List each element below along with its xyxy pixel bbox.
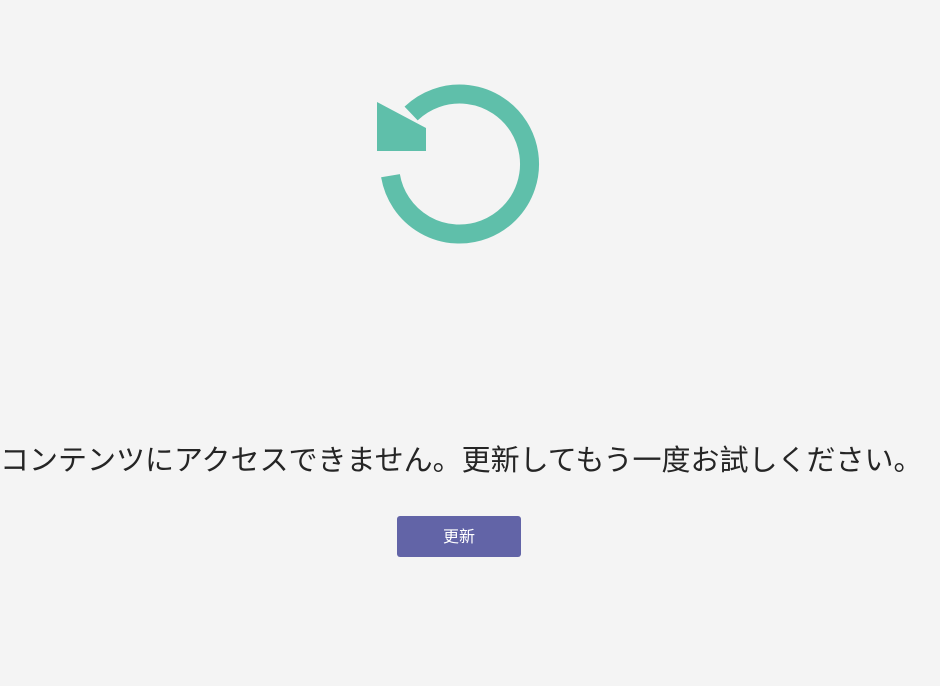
- refresh-arrow-icon: [377, 84, 539, 244]
- refresh-button[interactable]: 更新: [397, 516, 521, 557]
- error-message: コンテンツにアクセスできません。更新してもう一度お試しください。: [0, 443, 923, 477]
- refresh-arrow-ring: [381, 84, 539, 244]
